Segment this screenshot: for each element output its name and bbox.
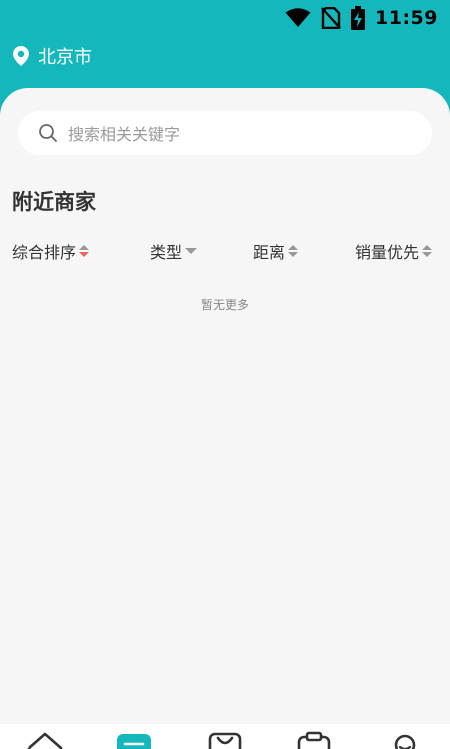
sort-option-label: 综合排序 <box>12 243 77 262</box>
search-input[interactable]: 搜索相关关键字 <box>18 111 432 155</box>
empty-state-text: 暂无更多 <box>200 298 249 312</box>
tab-orders[interactable] <box>294 730 334 749</box>
sort-option-label: 距离 <box>253 243 286 262</box>
location-pin-icon <box>13 46 29 66</box>
no-sim-icon <box>321 7 341 29</box>
search-icon <box>39 124 57 142</box>
sort-option-sales[interactable]: 销量优先 <box>355 238 433 264</box>
bottom-tab-bar <box>0 724 450 749</box>
section-title: 附近商家 <box>12 190 96 214</box>
tab-home[interactable] <box>25 730 65 749</box>
sort-arrows-icon <box>422 245 433 257</box>
status-time: 11:59 <box>375 7 438 29</box>
home-icon <box>27 732 63 749</box>
battery-charging-icon <box>351 6 366 30</box>
content-panel: 搜索相关关键字 附近商家 综合排序 类型 距离 销量优先 暂无更多 <box>0 88 450 724</box>
sort-option-label: 销量优先 <box>355 243 420 262</box>
status-bar: 11:59 <box>0 0 450 36</box>
status-icons: 11:59 <box>285 6 438 30</box>
tab-list[interactable] <box>114 730 154 749</box>
tab-shopping[interactable] <box>205 730 245 749</box>
sort-option-comprehensive[interactable]: 综合排序 <box>12 238 90 264</box>
tab-profile[interactable] <box>385 730 425 749</box>
search-placeholder: 搜索相关关键字 <box>68 125 181 144</box>
clipboard-icon <box>297 731 331 749</box>
sort-arrows-icon <box>79 245 90 257</box>
location-label: 北京市 <box>38 47 92 68</box>
sort-option-type[interactable]: 类型 <box>150 238 198 264</box>
location-selector[interactable]: 北京市 <box>12 44 92 68</box>
wifi-icon <box>285 8 311 27</box>
profile-icon <box>394 734 416 749</box>
sort-bar: 综合排序 类型 距离 销量优先 <box>0 238 450 264</box>
dropdown-arrow-icon <box>185 248 198 254</box>
sort-option-distance[interactable]: 距离 <box>253 238 299 264</box>
shopping-bag-icon <box>208 732 242 749</box>
sort-option-label: 类型 <box>150 243 183 262</box>
list-icon <box>117 734 151 749</box>
sort-arrows-icon <box>288 245 299 257</box>
